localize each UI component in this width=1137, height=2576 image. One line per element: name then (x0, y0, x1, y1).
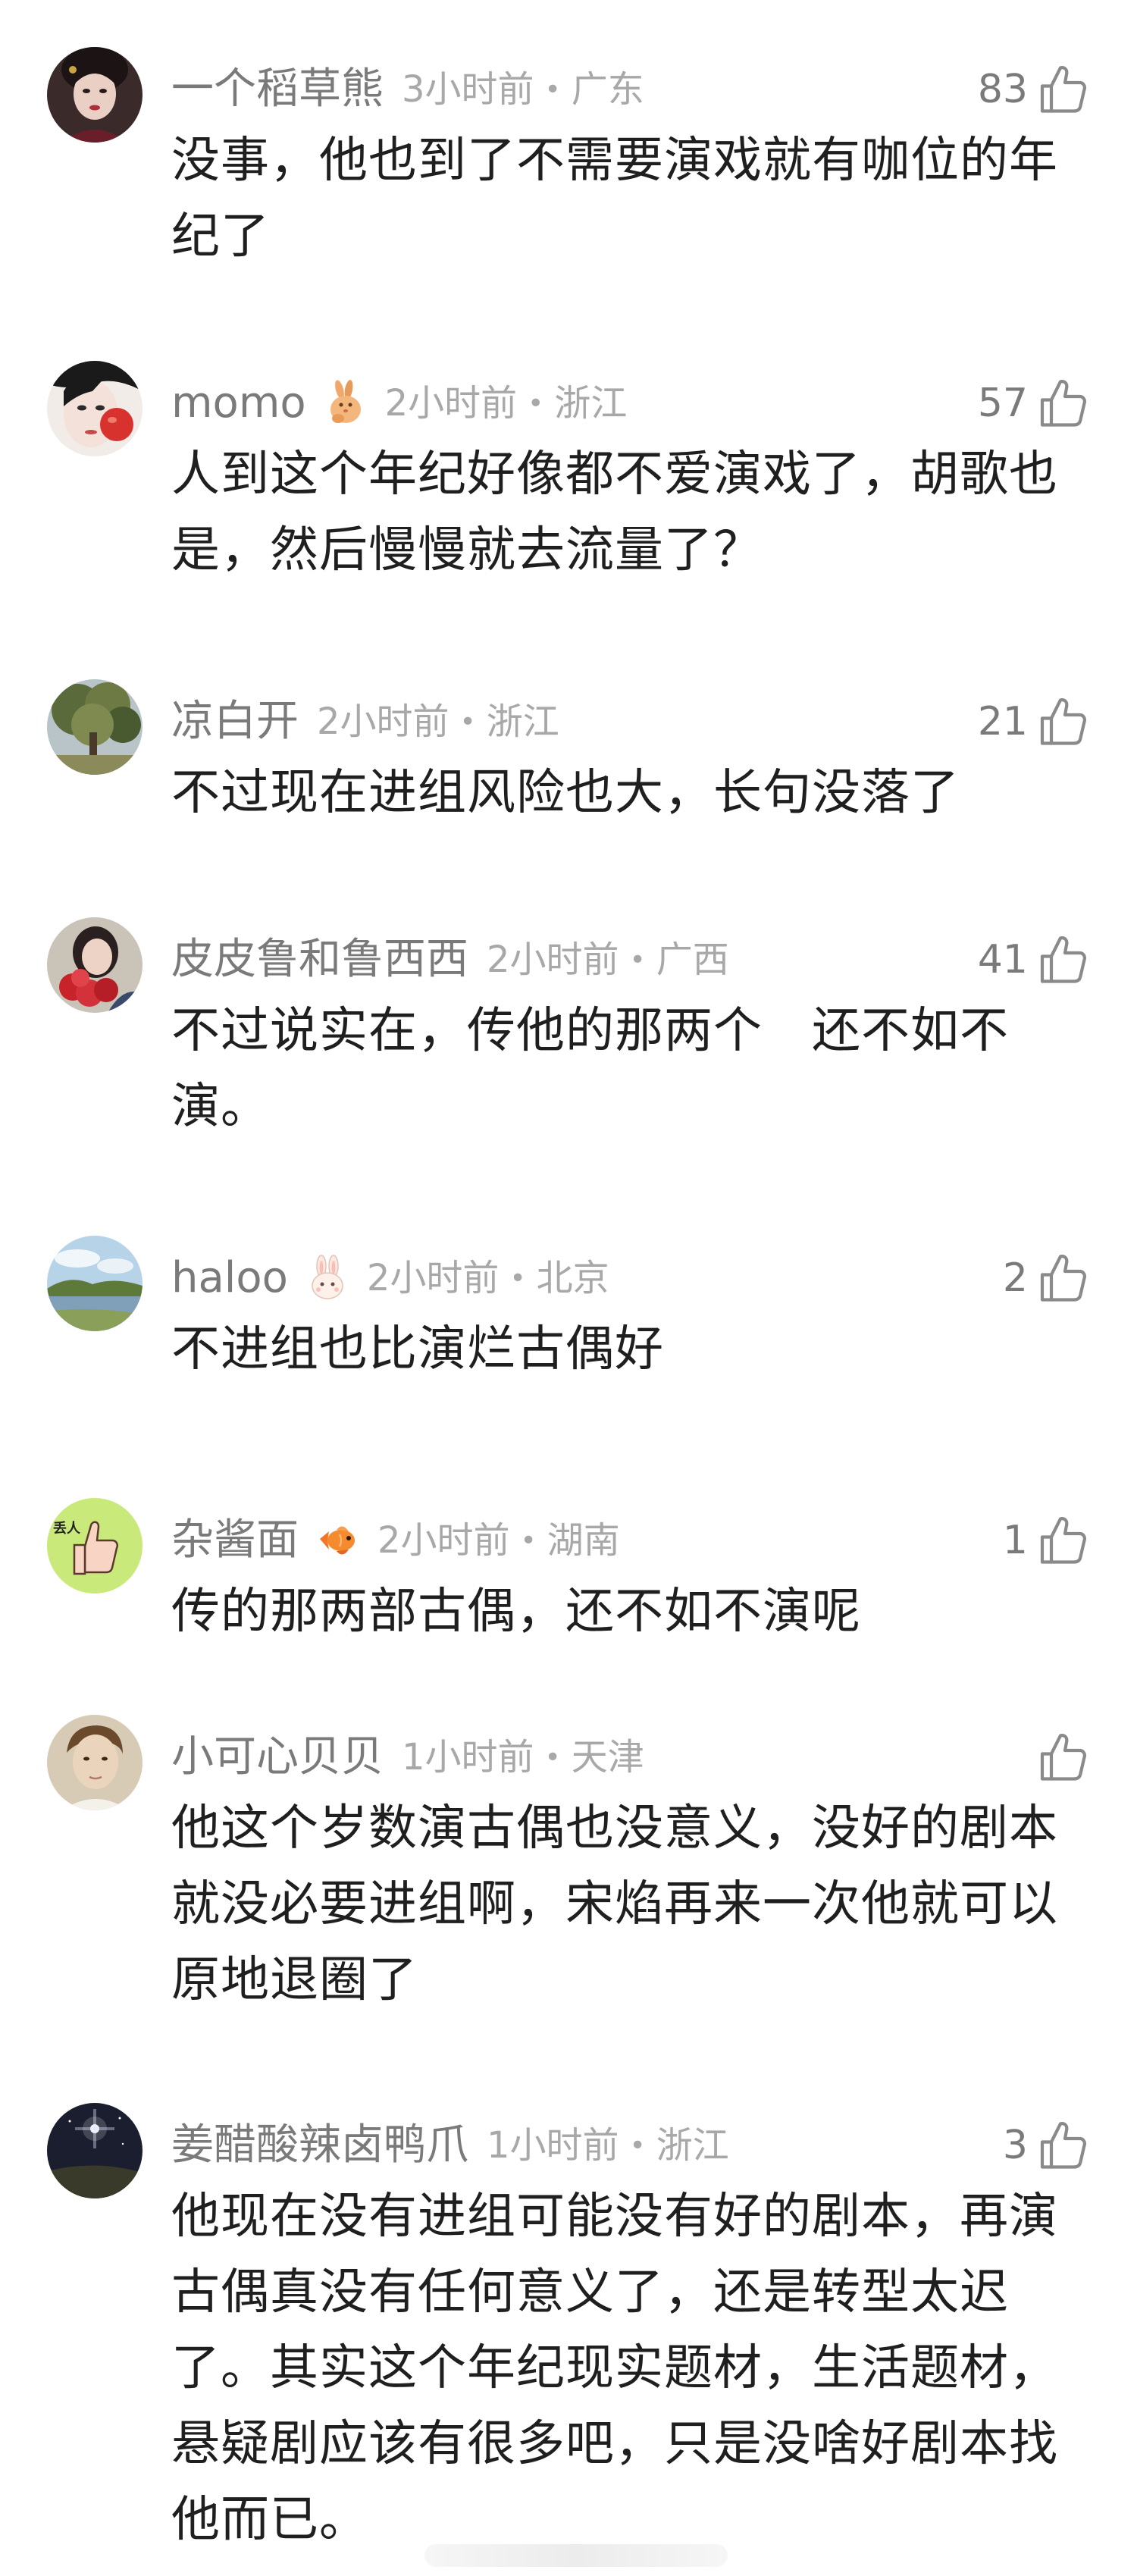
avatar[interactable] (47, 2103, 143, 2198)
comment-meta: momo 2小时前 • 浙江 (171, 373, 627, 434)
comment-meta: 姜醋酸辣卤鸭爪 1小时前 • 浙江 (171, 2115, 729, 2176)
avatar-tree-landscape-icon (47, 679, 143, 775)
comment-text: 没事，他也到了不需要演戏就有咖位的年纪了 (171, 133, 1058, 265)
username[interactable]: 凉白开 (171, 691, 299, 752)
like-button[interactable]: 1 (1003, 1510, 1090, 1571)
username[interactable]: 一个稻草熊 (171, 59, 384, 120)
comment-time: 2小时前 (366, 1257, 500, 1299)
comment-location: 天津 (571, 1736, 644, 1778)
home-indicator (424, 2544, 728, 2567)
like-count: 57 (977, 381, 1028, 426)
thumbs-up-icon (1035, 932, 1090, 987)
comment-time: 2小时前 (487, 939, 619, 981)
goldfish-badge-icon (314, 1516, 362, 1565)
thumbs-up-icon (1035, 62, 1090, 117)
bunny-badge-icon (303, 1254, 352, 1302)
comment-list: 一个稻草熊 3小时前 • 广东 83 没事，他也到了不需要演戏就有咖位的年纪了 (0, 0, 1137, 2576)
comment-location: 浙江 (656, 2124, 729, 2167)
comment-text: 他现在没有进组可能没有好的剧本，再演古偶真没有任何意义了，还是转型太迟了。其实这… (171, 2189, 1058, 2548)
avatar-man-portrait-icon (47, 1715, 143, 1810)
username[interactable]: 小可心贝贝 (171, 1727, 384, 1788)
like-button[interactable]: 3 (1003, 2115, 1090, 2176)
username[interactable]: haloo (171, 1248, 288, 1308)
username[interactable]: 姜醋酸辣卤鸭爪 (171, 2115, 468, 2176)
comment-time: 1小时前 (402, 1736, 534, 1778)
avatar[interactable]: 丢人 (47, 1498, 143, 1594)
comment-meta: 皮皮鲁和鲁西西 2小时前 • 广西 (171, 929, 729, 990)
avatar[interactable] (47, 679, 143, 775)
comment-time: 2小时前 (317, 700, 449, 743)
comment-time: 3小时前 (402, 68, 534, 111)
rabbit-badge-icon (321, 379, 370, 428)
username[interactable]: 杂酱面 (171, 1510, 299, 1571)
like-button[interactable]: 21 (978, 691, 1090, 752)
separator-dot: • (459, 706, 476, 738)
avatar-sticker-text: 丢人 (53, 1521, 81, 1537)
comment-meta: 小可心贝贝 1小时前 • 天津 (171, 1727, 644, 1788)
comment-meta: 杂酱面 2小时前 • 湖南 (171, 1510, 620, 1571)
comment-text: 不过现在进组风险也大，长句没落了 (171, 765, 960, 821)
thumbs-up-icon (1035, 2118, 1090, 2173)
like-count: 21 (977, 699, 1028, 744)
thumbs-up-icon (1035, 694, 1090, 749)
comment-text: 不进组也比演烂古偶好 (171, 1321, 664, 1377)
like-count: 2 (1002, 1255, 1028, 1301)
separator-dot: • (528, 387, 544, 419)
avatar[interactable] (47, 917, 143, 1013)
thumbs-up-icon (1035, 1513, 1090, 1568)
separator-dot: • (509, 1262, 526, 1294)
avatar[interactable] (47, 1236, 143, 1331)
comment-location: 北京 (536, 1257, 609, 1299)
comment-meta: haloo 2小时前 • 北京 (171, 1248, 609, 1308)
comment-location: 广东 (571, 68, 644, 111)
comment-meta: 一个稻草熊 3小时前 • 广东 (171, 59, 644, 120)
username[interactable]: 皮皮鲁和鲁西西 (171, 929, 468, 990)
comment-text: 人到这个年纪好像都不爱演戏了，胡歌也是，然后慢慢就去流量了？ (171, 447, 1058, 578)
avatar[interactable] (47, 47, 143, 143)
comment-time: 1小时前 (487, 2124, 619, 2167)
username[interactable]: momo (171, 373, 306, 434)
separator-dot: • (520, 1525, 537, 1556)
like-count: 3 (1002, 2123, 1028, 2168)
avatar-night-sky-icon (47, 2103, 143, 2198)
separator-dot: • (544, 74, 561, 105)
thumbs-up-icon (1035, 376, 1090, 431)
comment-time: 2小时前 (384, 382, 518, 425)
avatar-woman-portrait-icon (47, 47, 143, 143)
thumbs-up-icon (1035, 1251, 1090, 1305)
comment-text: 传的那两部古偶，还不如不演呢 (171, 1584, 861, 1640)
avatar-girl-roses-icon (47, 917, 143, 1013)
like-count: 1 (1002, 1518, 1028, 1563)
separator-dot: • (629, 2129, 646, 2161)
separator-dot: • (629, 944, 646, 976)
like-button[interactable]: 57 (978, 373, 1090, 434)
separator-dot: • (544, 1741, 561, 1773)
avatar-woman-apple-icon (47, 361, 143, 456)
avatar-lake-landscape-icon (47, 1236, 143, 1331)
like-button[interactable]: 83 (978, 59, 1090, 120)
comment-text: 他这个岁数演古偶也没意义，没好的剧本就没必要进组啊，宋焰再来一次他就可以原地退圈… (171, 1800, 1058, 2008)
comment-location: 广西 (656, 939, 729, 981)
avatar[interactable] (47, 361, 143, 456)
comment-time: 2小时前 (377, 1519, 510, 1562)
comment-location: 浙江 (486, 700, 559, 743)
like-button[interactable]: 41 (978, 929, 1090, 990)
avatar-thumbs-up-cartoon-icon: 丢人 (47, 1498, 143, 1594)
comment-location: 浙江 (554, 382, 628, 425)
comment-text: 不过说实在，传他的那两个 还不如不演。 (171, 1003, 1009, 1135)
thumbs-up-icon (1035, 1730, 1090, 1785)
like-count: 83 (977, 67, 1028, 112)
like-count: 41 (977, 937, 1028, 982)
comment-meta: 凉白开 2小时前 • 浙江 (171, 691, 559, 752)
like-button[interactable] (1028, 1727, 1090, 1788)
comment-location: 湖南 (547, 1519, 620, 1562)
like-button[interactable]: 2 (1003, 1248, 1090, 1308)
avatar[interactable] (47, 1715, 143, 1810)
